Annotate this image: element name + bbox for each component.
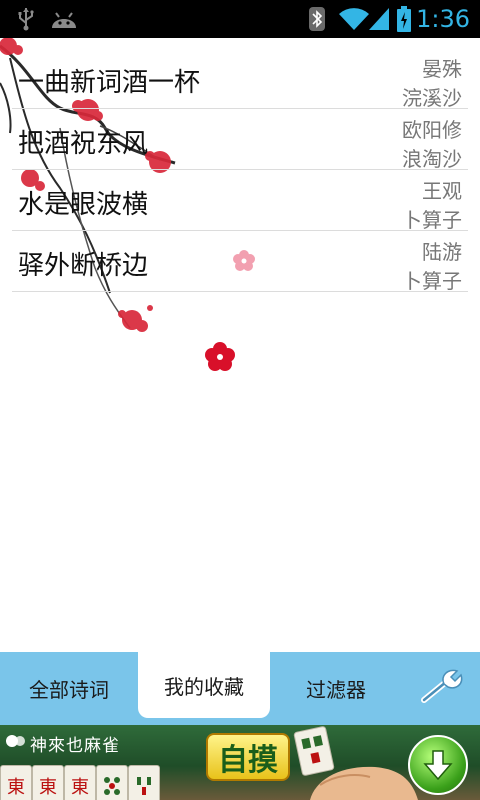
- clock-time: 1:36: [416, 5, 470, 33]
- poem-author: 欧阳修: [402, 118, 462, 142]
- poem-list: 一曲新词酒一杯 晏殊 浣溪沙 把酒祝东风 欧阳修 浪淘沙 水是眼波横 王观 卜算…: [12, 48, 468, 293]
- hand-tile-illustration: [280, 725, 420, 800]
- android-debug-icon: [46, 5, 82, 33]
- usb-icon: [12, 5, 40, 33]
- mahjong-tile: [128, 765, 160, 800]
- ad-mahjong-tiles: 東 東 東: [0, 765, 200, 800]
- mahjong-tile: 東: [32, 765, 64, 800]
- poem-title: 把酒祝东风: [18, 129, 149, 159]
- ad-badge: 自摸: [206, 733, 290, 781]
- status-bar: 1:36: [0, 0, 480, 38]
- tab-my-favorites[interactable]: 我的收藏: [138, 652, 270, 718]
- tab-filter[interactable]: 过滤器: [270, 652, 402, 725]
- download-arrow-icon[interactable]: [408, 735, 468, 795]
- ad-banner[interactable]: 神來也麻雀 東 東 東 自摸: [0, 725, 480, 800]
- bluetooth-icon: [304, 5, 330, 33]
- poem-tune-name: 浣溪沙: [402, 86, 462, 110]
- wrench-icon: [420, 668, 466, 709]
- poem-tune-name: 浪淘沙: [402, 147, 462, 171]
- poem-author: 晏殊: [422, 57, 462, 81]
- poem-row[interactable]: 把酒祝东风 欧阳修 浪淘沙: [12, 109, 468, 171]
- poem-author: 陆游: [422, 240, 462, 264]
- ad-logo-icon: [6, 733, 26, 749]
- poem-row[interactable]: 一曲新词酒一杯 晏殊 浣溪沙: [12, 48, 468, 110]
- battery-charging-icon: [394, 5, 414, 33]
- poem-title: 驿外断桥边: [18, 251, 149, 281]
- mahjong-tile: [96, 765, 128, 800]
- poem-tune-name: 卜算子: [402, 269, 462, 293]
- mahjong-tile: 東: [0, 765, 32, 800]
- mahjong-tile: 東: [64, 765, 96, 800]
- settings-button[interactable]: [410, 652, 476, 725]
- poem-row[interactable]: 水是眼波横 王观 卜算子: [12, 170, 468, 232]
- poem-title: 一曲新词酒一杯: [18, 68, 201, 98]
- poem-title: 水是眼波横: [18, 190, 149, 220]
- poem-row[interactable]: 驿外断桥边 陆游 卜算子: [12, 231, 468, 293]
- favorites-content[interactable]: 一曲新词酒一杯 晏殊 浣溪沙 把酒祝东风 欧阳修 浪淘沙 水是眼波横 王观 卜算…: [0, 38, 480, 652]
- ad-game-title: 神來也麻雀: [30, 736, 120, 756]
- tab-all-poems[interactable]: 全部诗词: [0, 652, 138, 725]
- bottom-tab-bar: 全部诗词 我的收藏 过滤器: [0, 652, 480, 725]
- signal-icon: [366, 5, 392, 33]
- poem-author: 王观: [422, 179, 462, 203]
- poem-tune-name: 卜算子: [402, 208, 462, 232]
